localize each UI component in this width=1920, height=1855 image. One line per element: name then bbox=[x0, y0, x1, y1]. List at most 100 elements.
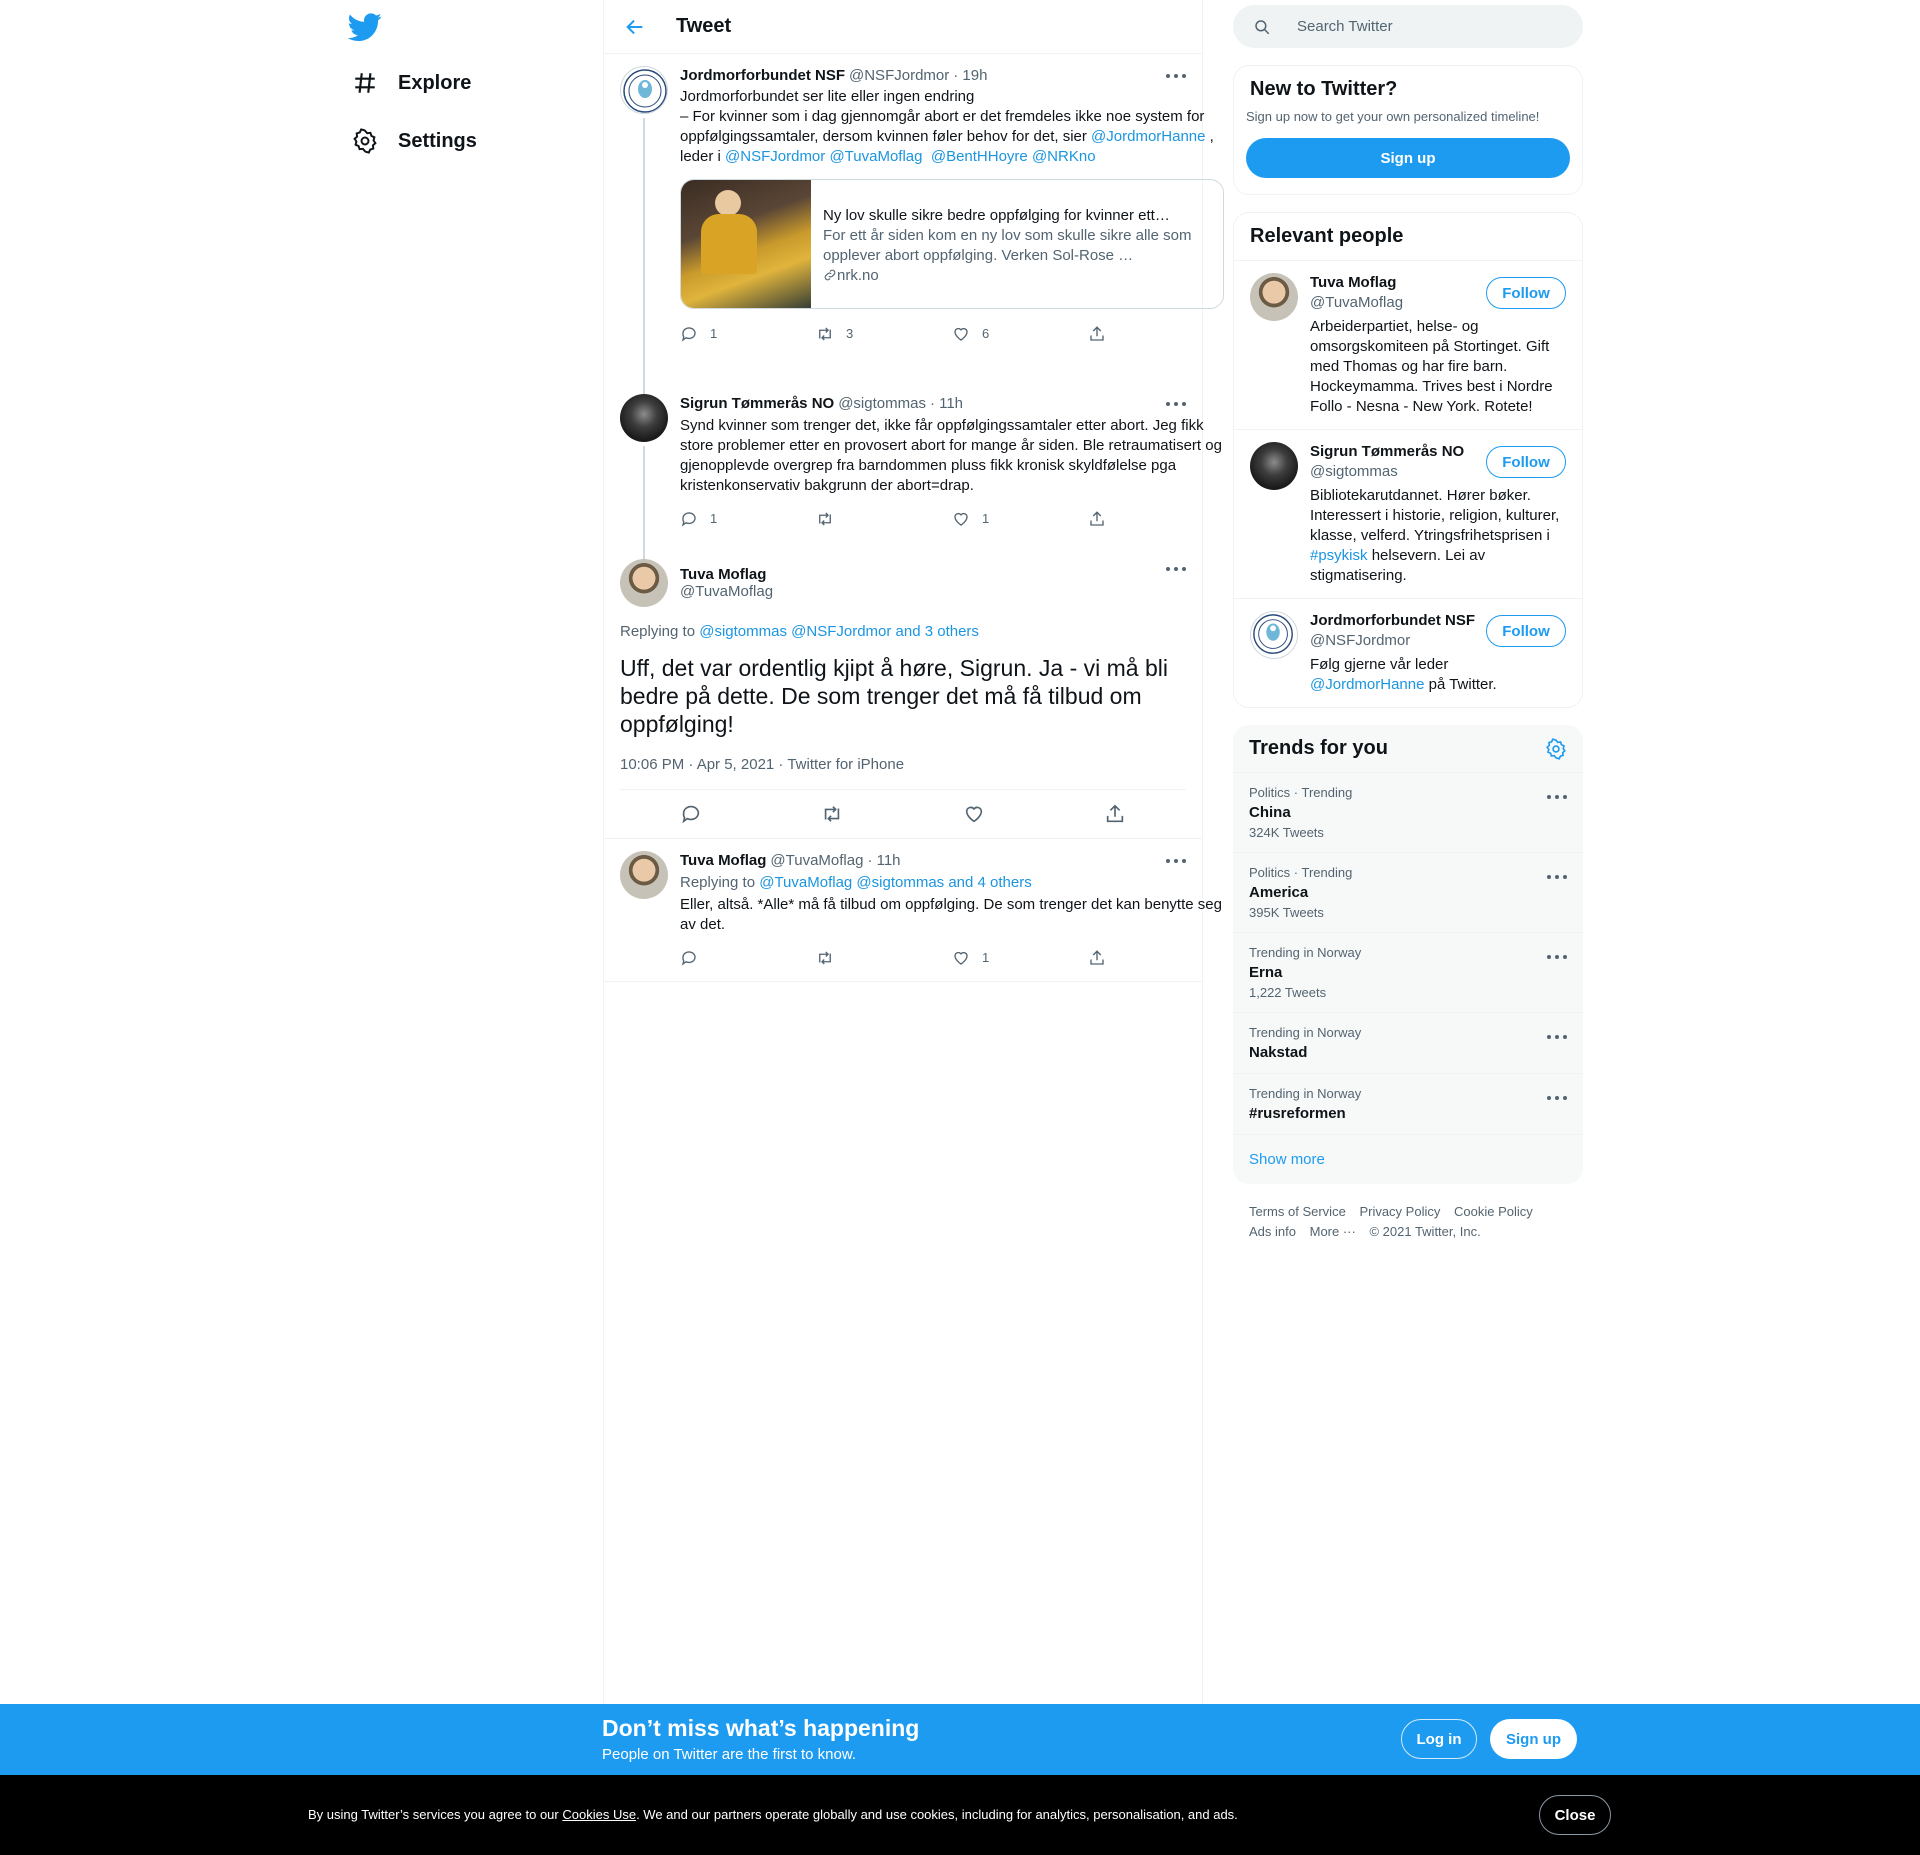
retweet-button[interactable]: 3 bbox=[816, 324, 952, 344]
reply-icon[interactable] bbox=[680, 803, 702, 825]
thread-tweet-2[interactable]: Sigrun Tømmerås NO @sigtommas · 11h Synd… bbox=[604, 382, 1222, 550]
person-name[interactable]: Tuva Moflag bbox=[1310, 273, 1480, 293]
person-card[interactable]: Tuva Moflag @TuvaMoflag Arbeiderpartiet,… bbox=[1234, 260, 1582, 429]
avatar[interactable] bbox=[620, 559, 668, 607]
replying-prefix: Replying to bbox=[620, 623, 700, 640]
banner-signup-button[interactable]: Sign up bbox=[1490, 1719, 1577, 1759]
replying-mentions[interactable]: @TuvaMoflag @sigtommas and 4 others bbox=[759, 874, 1032, 891]
more-options-icon[interactable] bbox=[1547, 869, 1567, 885]
reply-icon bbox=[681, 951, 696, 966]
mention-link[interactable]: @BentHHoyre bbox=[931, 148, 1028, 165]
author-name[interactable]: Tuva Moflag bbox=[680, 851, 766, 871]
cookie-text-post: . We and our partners operate globally a… bbox=[636, 1807, 1238, 1822]
mention-link[interactable]: @TuvaMoflag bbox=[829, 148, 922, 165]
mention-link[interactable]: @JordmorHanne bbox=[1310, 676, 1424, 693]
hashtag-link[interactable]: #psykisk bbox=[1310, 547, 1368, 564]
search-placeholder: Search Twitter bbox=[1297, 18, 1393, 35]
banner-title: Don’t miss what’s happening bbox=[602, 1715, 920, 1741]
mention-link[interactable]: @JordmorHanne bbox=[1091, 128, 1205, 145]
person-card[interactable]: Sigrun Tømmerås NO @sigtommas Biblioteka… bbox=[1234, 429, 1582, 598]
author-name[interactable]: Jordmorforbundet NSF bbox=[680, 66, 845, 86]
person-card[interactable]: Jordmorforbundet NSF @NSFJordmor Følg gj… bbox=[1234, 598, 1582, 707]
replying-mentions[interactable]: @sigtommas @NSFJordmor and 3 others bbox=[699, 623, 979, 640]
like-button[interactable]: 1 bbox=[952, 948, 1088, 968]
like-button[interactable]: 6 bbox=[952, 324, 1088, 344]
share-button[interactable] bbox=[1088, 949, 1224, 967]
mention-link[interactable]: @NSFJordmor bbox=[725, 148, 825, 165]
tweet-time[interactable]: · 11h bbox=[930, 394, 963, 414]
trend-item[interactable]: Trending in Norway Nakstad bbox=[1233, 1013, 1583, 1074]
follow-button[interactable]: Follow bbox=[1486, 446, 1566, 478]
mention-link[interactable]: @NRKno bbox=[1032, 148, 1096, 165]
person-name[interactable]: Jordmorforbundet NSF bbox=[1310, 611, 1480, 631]
settings-gear-icon[interactable] bbox=[1545, 737, 1567, 760]
trend-item[interactable]: Politics · Trending China 324K Tweets bbox=[1233, 773, 1583, 853]
more-options-icon[interactable] bbox=[1166, 396, 1186, 412]
follow-button[interactable]: Follow bbox=[1486, 615, 1566, 647]
terms-link[interactable]: Terms of Service bbox=[1249, 1204, 1346, 1219]
login-button[interactable]: Log in bbox=[1401, 1719, 1477, 1759]
nav-explore[interactable]: Explore bbox=[352, 60, 471, 106]
more-options-icon[interactable] bbox=[1547, 1090, 1567, 1106]
author-name[interactable]: Sigrun Tømmerås NO bbox=[680, 394, 834, 414]
heart-icon[interactable] bbox=[963, 803, 985, 825]
avatar[interactable] bbox=[1250, 442, 1298, 490]
tweet-text: Synd kvinner som trenger det, ikke får o… bbox=[680, 417, 1222, 494]
signup-button[interactable]: Sign up bbox=[1246, 138, 1570, 178]
tweet-time[interactable]: · 19h bbox=[953, 66, 987, 86]
privacy-link[interactable]: Privacy Policy bbox=[1359, 1204, 1440, 1219]
show-more-link[interactable]: Show more bbox=[1233, 1135, 1583, 1184]
thread-tweet-1[interactable]: Jordmorforbundet NSF @NSFJordmor · 19h J… bbox=[604, 54, 1224, 384]
ads-info-link[interactable]: Ads info bbox=[1249, 1224, 1296, 1239]
cookies-use-link[interactable]: Cookies Use bbox=[562, 1807, 636, 1822]
tweet-timestamp[interactable]: 10:06 PM · Apr 5, 2021 · Twitter for iPh… bbox=[620, 756, 1186, 790]
more-options-icon[interactable] bbox=[1166, 561, 1186, 577]
reply-button[interactable]: 1 bbox=[680, 324, 816, 344]
retweet-button[interactable] bbox=[816, 949, 952, 967]
search-input[interactable]: Search Twitter bbox=[1233, 5, 1583, 48]
more-options-icon[interactable] bbox=[1547, 789, 1567, 805]
reply-tweet[interactable]: Tuva Moflag @TuvaMoflag · 11h Replying t… bbox=[604, 839, 1222, 982]
author-handle[interactable]: @NSFJordmor bbox=[849, 66, 949, 86]
like-button[interactable]: 1 bbox=[952, 509, 1088, 529]
author-handle[interactable]: @TuvaMoflag bbox=[770, 851, 863, 871]
cookie-policy-link[interactable]: Cookie Policy bbox=[1454, 1204, 1533, 1219]
author-handle[interactable]: @sigtommas bbox=[838, 394, 926, 414]
share-icon bbox=[1090, 511, 1104, 526]
tweet-text-line: Jordmorforbundet ser lite eller ingen en… bbox=[680, 88, 975, 105]
bio-text: på Twitter. bbox=[1424, 676, 1497, 693]
reply-button[interactable]: 1 bbox=[680, 509, 816, 529]
retweet-button[interactable] bbox=[816, 510, 952, 528]
back-arrow-icon[interactable] bbox=[624, 16, 646, 38]
more-options-icon[interactable] bbox=[1166, 853, 1186, 869]
follow-button[interactable]: Follow bbox=[1486, 277, 1566, 309]
reply-button[interactable] bbox=[680, 949, 816, 967]
trend-item[interactable]: Trending in Norway #rusreformen bbox=[1233, 1074, 1583, 1135]
twitter-logo-icon[interactable] bbox=[348, 10, 382, 44]
reply-icon bbox=[681, 512, 696, 527]
avatar[interactable] bbox=[620, 851, 668, 899]
avatar[interactable] bbox=[1250, 273, 1298, 321]
more-link[interactable]: More ··· bbox=[1310, 1224, 1356, 1239]
retweet-icon bbox=[819, 327, 831, 341]
share-button[interactable] bbox=[1088, 325, 1224, 343]
link-card[interactable]: Ny lov skulle sikre bedre oppfølging for… bbox=[680, 179, 1224, 309]
author-name[interactable]: Tuva Moflag bbox=[680, 566, 773, 583]
author-handle[interactable]: @TuvaMoflag bbox=[680, 583, 773, 600]
cookie-close-button[interactable]: Close bbox=[1539, 1795, 1611, 1835]
share-icon[interactable] bbox=[1104, 803, 1126, 825]
share-button[interactable] bbox=[1088, 510, 1224, 528]
avatar[interactable] bbox=[620, 394, 668, 442]
more-options-icon[interactable] bbox=[1166, 68, 1186, 84]
avatar[interactable] bbox=[620, 66, 668, 114]
more-options-icon[interactable] bbox=[1547, 1029, 1567, 1045]
nav-settings[interactable]: Settings bbox=[352, 118, 477, 164]
retweet-icon[interactable] bbox=[821, 803, 843, 825]
tweet-time[interactable]: · 11h bbox=[867, 851, 900, 871]
more-options-icon[interactable] bbox=[1547, 949, 1567, 965]
person-name[interactable]: Sigrun Tømmerås NO bbox=[1310, 442, 1480, 462]
trend-item[interactable]: Politics · Trending America 395K Tweets bbox=[1233, 853, 1583, 933]
avatar[interactable] bbox=[1250, 611, 1298, 659]
retweet-icon bbox=[819, 951, 831, 965]
trend-item[interactable]: Trending in Norway Erna 1,222 Tweets bbox=[1233, 933, 1583, 1013]
